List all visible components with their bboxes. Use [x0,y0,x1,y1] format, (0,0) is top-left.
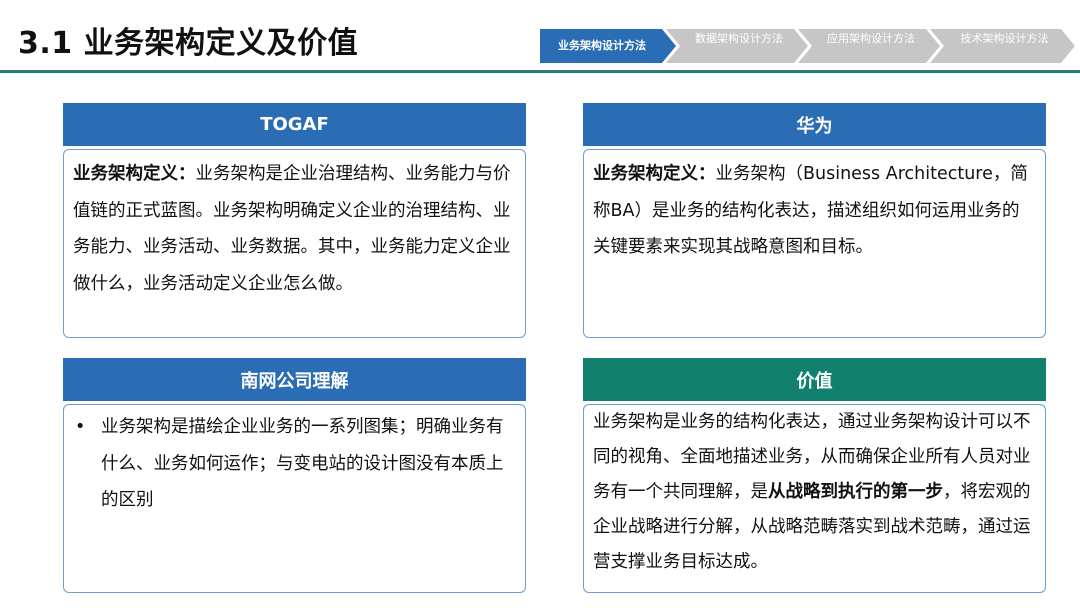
nav-step-label: 数据架构设计方法 [695,32,783,45]
togaf-card-title: TOGAF [63,103,526,146]
value-card-title: 价值 [583,358,1046,401]
header-divider [0,70,1080,73]
huawei-definition-label: 业务架构定义： [593,164,716,184]
southern-grid-bullet-list: 业务架构是描绘企业业务的一系列图集；明确业务有什么、业务如何运作；与变电站的设计… [73,409,516,519]
nav-step-data-architecture[interactable]: 数据架构设计方法 [666,29,808,63]
togaf-card: TOGAF 业务架构定义：业务架构是企业治理结构、业务能力与价值链的正式蓝图。业… [63,103,526,338]
southern-grid-card: 南网公司理解 业务架构是描绘企业业务的一系列图集；明确业务有什么、业务如何运作；… [63,358,526,593]
page-title: 3.1 业务架构定义及价值 [18,26,359,61]
togaf-card-body: 业务架构定义：业务架构是企业治理结构、业务能力与价值链的正式蓝图。业务架构明确定… [63,149,526,338]
huawei-card-body: 业务架构定义：业务架构（Business Architecture，简称BA）是… [583,149,1046,338]
southern-grid-card-title: 南网公司理解 [63,358,526,401]
nav-step-business-architecture[interactable]: 业务架构设计方法 [540,29,676,63]
huawei-card-title: 华为 [583,103,1046,146]
southern-grid-card-body: 业务架构是描绘企业业务的一系列图集；明确业务有什么、业务如何运作；与变电站的设计… [63,404,526,593]
nav-step-label: 技术架构设计方法 [960,32,1049,45]
slide: 3.1 业务架构定义及价值 业务架构设计方法 数据架构设计方法 应用架构设计方法… [0,0,1080,608]
section-nav: 业务架构设计方法 数据架构设计方法 应用架构设计方法 技术架构设计方法 [540,29,1075,63]
value-card: 价值 业务架构是业务的结构化表达，通过业务架构设计可以不同的视角、全面地描述业务… [583,358,1046,593]
nav-step-label: 业务架构设计方法 [558,39,646,52]
nav-step-application-architecture[interactable]: 应用架构设计方法 [798,29,940,63]
nav-step-label: 应用架构设计方法 [827,32,915,45]
huawei-card: 华为 业务架构定义：业务架构（Business Architecture，简称B… [583,103,1046,338]
value-text-highlight: 从战略到执行的第一步 [768,482,943,502]
nav-step-technology-architecture[interactable]: 技术架构设计方法 [930,29,1075,63]
togaf-definition-label: 业务架构定义： [73,164,196,184]
value-card-body: 业务架构是业务的结构化表达，通过业务架构设计可以不同的视角、全面地描述业务，从而… [583,404,1046,593]
list-item: 业务架构是描绘企业业务的一系列图集；明确业务有什么、业务如何运作；与变电站的设计… [73,409,516,519]
